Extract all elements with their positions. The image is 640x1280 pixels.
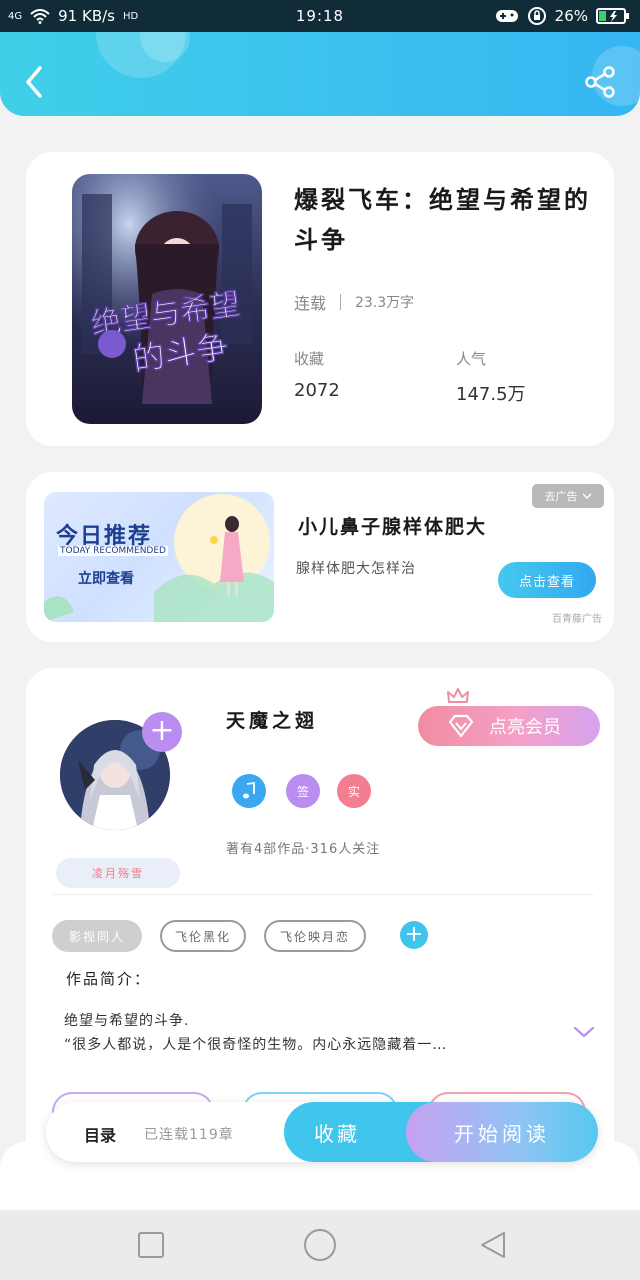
- ad-title: 小儿鼻子腺样体肥大: [298, 516, 488, 538]
- author-tag-label: 凌月殇雪: [92, 867, 144, 880]
- music-note-icon: [243, 782, 255, 799]
- section-divider: [52, 894, 594, 895]
- tag-chip[interactable]: 影视同人: [52, 920, 142, 952]
- book-title: 爆裂飞车：绝望与希望的斗争: [294, 186, 591, 254]
- ad-source: 百青藤广告: [552, 614, 602, 625]
- status-bar: 4G 91 KB/s HD 19:18 26%: [0, 0, 640, 32]
- ad-view-button[interactable]: 点击查看: [498, 562, 596, 598]
- bottom-action-bar: 目录 已连载119章 收藏 开始阅读: [46, 1102, 598, 1162]
- vip-button[interactable]: 点亮会员: [418, 706, 600, 746]
- intro-label: 作品简介：: [66, 970, 152, 988]
- intro-line-2: “很多人都说，人是个很奇怪的生物。内心永远隐藏着一…: [64, 1037, 448, 1053]
- badge-signed: 签: [286, 774, 320, 808]
- meta-divider: [340, 294, 342, 310]
- rotation-lock-icon: [527, 7, 546, 25]
- popularity-value: 147.5万: [456, 384, 526, 405]
- serial-status: 连载: [294, 294, 327, 313]
- home-button[interactable]: [303, 1228, 337, 1262]
- vip-button-label: 点亮会员: [489, 717, 561, 738]
- expand-intro-button[interactable]: [572, 1024, 596, 1040]
- ad-image-subtitle: TODAY RECOMMENDED: [58, 546, 168, 556]
- add-tag-button[interactable]: +: [400, 921, 428, 949]
- system-nav-bar: [0, 1210, 640, 1280]
- ad-card[interactable]: 今日推荐 TODAY RECOMMENDED 立即查看 小儿鼻子腺样体肥大 腺样…: [26, 472, 614, 642]
- remove-ad-label: 去广告: [544, 490, 578, 503]
- ad-image-cta: 立即查看: [78, 571, 134, 587]
- ad-illustration: [44, 494, 274, 622]
- intro-line-1: 绝望与希望的斗争.: [64, 1013, 190, 1029]
- badge-music: [232, 774, 266, 808]
- crown-icon: [447, 688, 469, 703]
- recent-apps-button[interactable]: [136, 1230, 166, 1260]
- start-reading-button[interactable]: 开始阅读: [406, 1102, 598, 1162]
- share-button[interactable]: [582, 64, 618, 100]
- cover-illustration: 绝望与希望 的斗争: [72, 174, 262, 424]
- battery-percent: 26%: [554, 7, 588, 25]
- book-cover[interactable]: 绝望与希望 的斗争: [72, 174, 262, 424]
- word-count: 23.3万字: [355, 295, 415, 311]
- book-meta: 连载 23.3万字: [294, 290, 414, 314]
- tag-chip[interactable]: 飞伦映月恋: [264, 920, 366, 952]
- popularity-label: 人气: [456, 350, 487, 368]
- badge-verified: 实: [337, 774, 371, 808]
- back-nav-button[interactable]: [478, 1230, 508, 1260]
- ad-image[interactable]: 今日推荐 TODAY RECOMMENDED 立即查看: [44, 492, 274, 622]
- back-button[interactable]: [20, 62, 50, 102]
- ad-description: 腺样体肥大怎样治: [296, 561, 416, 577]
- gamepad-icon: [495, 10, 518, 22]
- author-name: 天魔之翅: [226, 710, 319, 732]
- tag-chip[interactable]: 飞伦黑化: [160, 920, 246, 952]
- author-stats: 著有4部作品·316人关注: [226, 842, 381, 857]
- battery-icon: [596, 8, 629, 24]
- toc-status[interactable]: 已连载119章: [144, 1124, 234, 1144]
- chevron-down-icon: [581, 493, 592, 500]
- toc-button[interactable]: 目录: [84, 1122, 116, 1146]
- follow-author-button[interactable]: +: [142, 712, 182, 752]
- top-header: [0, 32, 640, 116]
- author-tag: 凌月殇雪: [56, 858, 180, 888]
- favorites-label: 收藏: [294, 350, 325, 368]
- remove-ad-button[interactable]: 去广告: [532, 484, 604, 508]
- book-info-card: 绝望与希望 的斗争 爆裂飞车：绝望与希望的斗争 连载 23.3万字 收藏 207…: [26, 152, 614, 446]
- diamond-icon: [448, 714, 474, 738]
- favorites-value: 2072: [294, 380, 340, 401]
